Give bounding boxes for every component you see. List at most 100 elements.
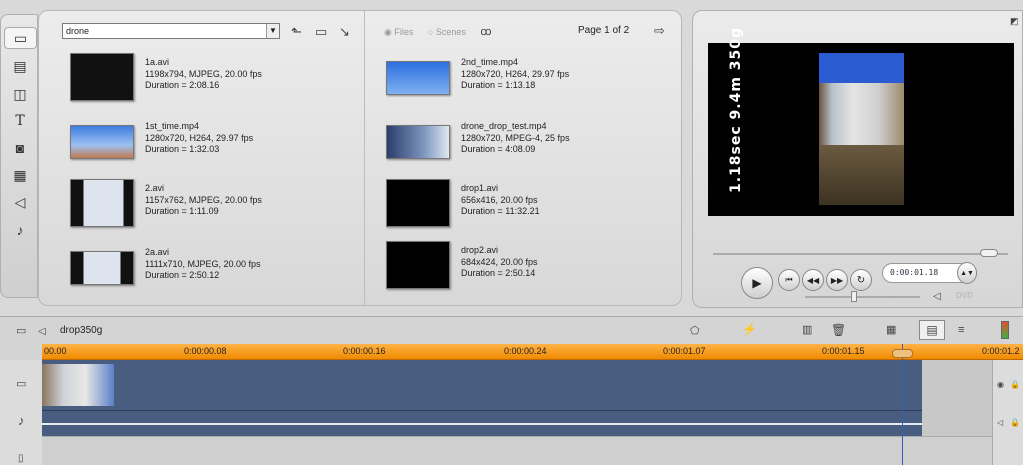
clip-spec: 656x416, 20.00 fps — [461, 194, 538, 205]
ruler-tick: 0:00:01.15 — [822, 346, 865, 356]
timeline-view-icon[interactable]: ▤ — [919, 320, 945, 340]
visibility-icon[interactable]: ◉ — [997, 378, 1004, 391]
folder-dropdown[interactable]: drone ▼ — [62, 23, 280, 39]
radio-files[interactable]: ◉ Files — [384, 27, 419, 37]
go-start-button[interactable]: ⏮ — [778, 269, 800, 291]
clip-name: 2a.avi — [145, 247, 170, 257]
track-headers: ▭ ♪ ▯ — [0, 360, 42, 465]
chevron-down-icon[interactable]: ▼ — [266, 24, 279, 38]
video-track-icon[interactable]: ▭ — [16, 325, 26, 338]
photos-tab-icon[interactable]: ◙ — [8, 137, 32, 159]
clip-name: 1a.avi — [145, 57, 170, 67]
marker-icon[interactable]: ⬠ — [690, 325, 700, 338]
clip-spec: 684x424, 20.00 fps — [461, 256, 538, 267]
ruler-tick: 0:00:00.08 — [184, 346, 227, 356]
clip-spec: 1198x794, MJPEG, 20.00 fps — [145, 68, 262, 79]
speaker-icon[interactable]: ◁ — [933, 290, 941, 303]
title-track[interactable] — [42, 436, 992, 465]
ruler-tick: 0:00:00.24 — [504, 346, 547, 356]
rewind-button[interactable]: ◀◀ — [802, 269, 824, 291]
album-panel: drone ▼ ⬑ ▭ ↘ ◉ Files ○ Scenes ꝏ Page 1 … — [38, 10, 682, 306]
volume-slider-handle[interactable] — [851, 291, 857, 302]
timeline-ruler[interactable]: 00.00 0:00:00.08 0:00:00.16 0:00:00.24 0… — [42, 344, 1023, 360]
page-label: Page 1 of 2 — [578, 25, 630, 36]
lock-icon[interactable]: 🔒 — [1010, 416, 1020, 429]
expand-icon[interactable]: ◩ — [1010, 15, 1019, 28]
clip-duration: Duration = 2:50.14 — [461, 268, 536, 278]
volume-slider[interactable] — [805, 296, 920, 298]
text-view-icon[interactable]: ≡ — [958, 324, 964, 337]
clip-name: 1st_time.mp4 — [145, 121, 200, 131]
titles-tab-icon[interactable]: T — [8, 110, 32, 132]
folder-icon[interactable]: ▭ — [315, 25, 327, 38]
clip-name: drone_drop_test.mp4 — [461, 121, 547, 131]
clip-thumbnail — [386, 179, 450, 227]
ruler-tick: 0:00:01.07 — [663, 346, 706, 356]
ruler-tick: 0:00:00.16 — [343, 346, 386, 356]
radio-scenes-label: Scenes — [435, 27, 466, 37]
preview-overlay-text: 1.18sec 9.4m 350g — [728, 26, 744, 193]
clip-duration: Duration = 2:50.12 — [145, 270, 220, 280]
fast-forward-button[interactable]: ▶▶ — [826, 269, 848, 291]
clip-duration: Duration = 2:08.16 — [145, 80, 220, 90]
split-clip-icon[interactable]: ▥ — [802, 324, 812, 337]
transitions-tab-icon[interactable]: ▤ — [8, 55, 32, 77]
scrub-slider[interactable] — [713, 253, 1008, 255]
clip-item[interactable]: 1st_time.mp4 1280x720, H264, 29.97 fps D… — [70, 117, 310, 165]
speaker-icon[interactable]: ◁ — [997, 416, 1003, 429]
preview-screen: 1.18sec 9.4m 350g — [708, 27, 1014, 216]
clip-thumbnail — [386, 241, 450, 289]
clip-item[interactable]: drop1.avi 656x416, 20.00 fps Duration = … — [386, 179, 626, 227]
clip-duration: Duration = 1:11.09 — [145, 206, 219, 216]
video-track-header-icon[interactable]: ▭ — [16, 378, 26, 391]
clip-duration: Duration = 1:13.18 — [461, 80, 536, 90]
speaker-icon[interactable]: ◁ — [38, 325, 46, 338]
music-tab-icon[interactable]: ♪ — [8, 219, 32, 241]
themes-tab-icon[interactable]: ◫ — [8, 83, 32, 105]
audio-track[interactable] — [42, 410, 922, 436]
clip-name: drop1.avi — [461, 183, 499, 193]
clip-thumbnail — [70, 53, 134, 101]
clip-item[interactable]: drop2.avi 684x424, 20.00 fps Duration = … — [386, 241, 626, 289]
lock-icon[interactable]: 🔒 — [1010, 378, 1020, 391]
dvd-button[interactable]: DVD — [956, 291, 973, 300]
sound-effects-tab-icon[interactable]: ◁ — [8, 191, 32, 213]
track-controls: ◉ 🔒 ◁ 🔒 — [992, 360, 1023, 465]
folder-up-icon[interactable]: ⬑ — [291, 25, 302, 38]
clip-item[interactable]: drone_drop_test.mp4 1280x720, MPEG-4, 25… — [386, 117, 626, 165]
timeline-video-clip[interactable] — [42, 364, 114, 406]
clip-item[interactable]: 2a.avi 1111x710, MJPEG, 20.00 fps Durati… — [70, 243, 310, 291]
video-tab-icon[interactable]: ▭ — [4, 27, 37, 49]
loop-button[interactable]: ↻ — [850, 269, 872, 291]
clip-item[interactable]: 2.avi 1157x762, MJPEG, 20.00 fps Duratio… — [70, 179, 310, 227]
view-mode-radios: ◉ Files ○ Scenes ꝏ — [384, 25, 498, 38]
title-track-header-icon[interactable]: ▯ — [18, 452, 24, 465]
timeline-panel: ▭ ◁ drop350g ⬠ ⚡ ▥ 🗑 ▦ ▤ ≡ 00.00 0:00:00… — [0, 316, 1023, 465]
folder-dropdown-value: drone — [66, 26, 90, 36]
clip-thumbnail — [386, 125, 450, 159]
play-button[interactable]: ▶ — [741, 267, 773, 299]
storyboard-view-icon[interactable]: ▦ — [886, 324, 896, 337]
clip-spec: 1157x762, MJPEG, 20.00 fps — [145, 194, 262, 205]
timecode-stepper[interactable]: ▲▼ — [957, 262, 977, 284]
clip-item[interactable]: 2nd_time.mp4 1280x720, H264, 29.97 fps D… — [386, 53, 626, 101]
audio-track-header-icon[interactable]: ♪ — [18, 414, 25, 427]
playhead-handle[interactable] — [892, 349, 913, 358]
back-arrow-icon[interactable]: ↘ — [339, 25, 350, 38]
radio-scenes[interactable]: ○ Scenes — [428, 27, 472, 37]
clip-item[interactable]: 1a.avi 1198x794, MJPEG, 20.00 fps Durati… — [70, 53, 310, 101]
glasses-icon[interactable]: ꝏ — [480, 26, 491, 38]
video-track[interactable] — [42, 360, 922, 410]
ruler-tick: 00.00 — [44, 346, 67, 356]
disc-menus-tab-icon[interactable]: ▦ — [8, 164, 32, 186]
razor-audio-icon[interactable]: ⚡ — [742, 323, 757, 336]
clip-thumbnail — [70, 179, 134, 227]
clip-duration: Duration = 4:08.09 — [461, 144, 536, 154]
clip-spec: 1111x710, MJPEG, 20.00 fps — [145, 258, 261, 269]
preview-panel: ◩ 1.18sec 9.4m 350g ▶ ⏮ ◀◀ ▶▶ ↻ 0:00:01.… — [692, 10, 1023, 308]
clip-name: drop2.avi — [461, 245, 499, 255]
next-page-icon[interactable]: ⇨ — [654, 24, 665, 37]
preview-frame — [819, 53, 904, 205]
scrub-slider-handle[interactable] — [980, 249, 998, 257]
trash-icon[interactable]: 🗑 — [831, 324, 846, 337]
